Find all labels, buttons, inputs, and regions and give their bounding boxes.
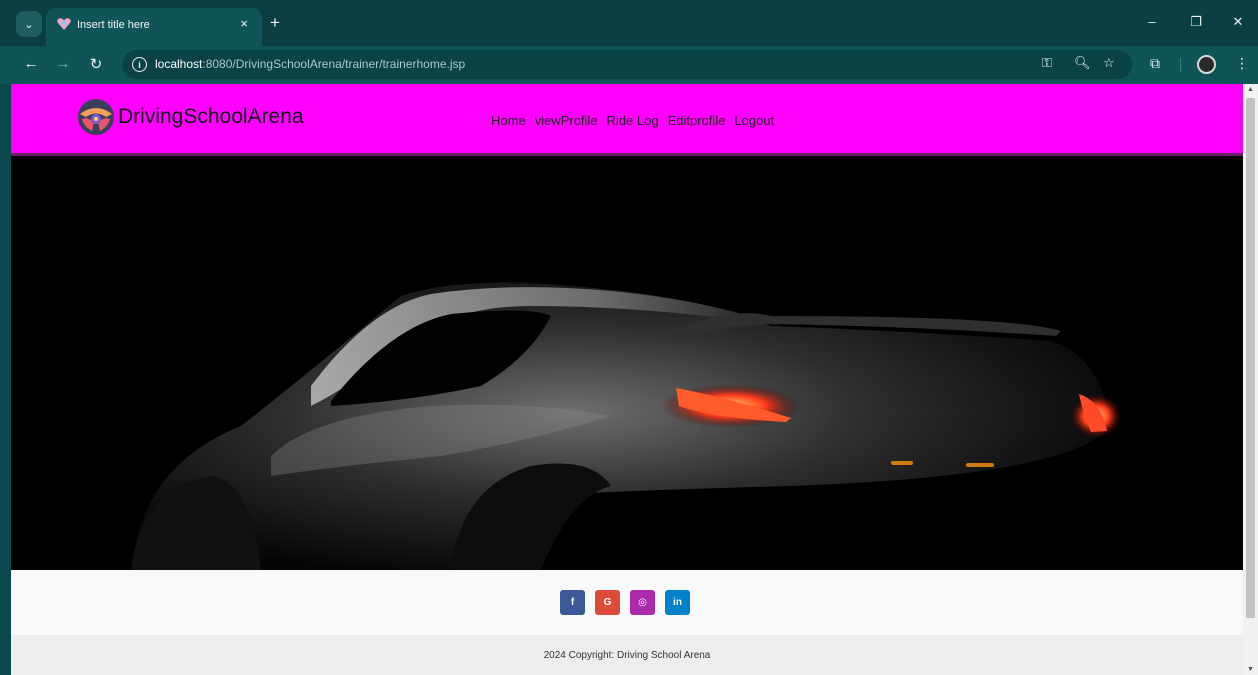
minimize-icon[interactable]: – bbox=[1142, 14, 1162, 29]
key-icon[interactable]: ⚿ bbox=[1042, 55, 1052, 71]
hero-car-image bbox=[11, 156, 1243, 570]
scroll-up-icon[interactable]: ▲ bbox=[1243, 86, 1258, 93]
close-icon[interactable]: × bbox=[240, 16, 248, 31]
window-close-icon[interactable]: ✕ bbox=[1228, 14, 1248, 30]
plus-icon[interactable]: + bbox=[270, 13, 280, 33]
menu-edit-profile[interactable]: Editprofile bbox=[668, 113, 726, 128]
profile-icon[interactable] bbox=[1197, 55, 1216, 74]
menu-ride-log[interactable]: Ride Log bbox=[607, 113, 659, 128]
main-menu: Home viewProfile Ride Log Editprofile Lo… bbox=[491, 113, 774, 128]
menu-logout[interactable]: Logout bbox=[734, 113, 774, 128]
browser-tab[interactable]: Insert title here × bbox=[46, 8, 262, 46]
page-scrollbar[interactable]: ▲ ▼ bbox=[1243, 84, 1258, 675]
car-illustration bbox=[131, 282, 1122, 570]
tab-bar: ⌄ Insert title here × + – ❐ ✕ bbox=[0, 0, 1258, 46]
social-links: f G ◎ in bbox=[560, 590, 690, 615]
brand[interactable]: DrivingSchoolArena bbox=[76, 97, 304, 137]
scroll-thumb[interactable] bbox=[1246, 98, 1255, 618]
tab-search-icon[interactable]: ⌄ bbox=[16, 11, 42, 37]
address-bar[interactable]: i localhost:8080/DrivingSchoolArena/trai… bbox=[122, 50, 1132, 79]
restore-icon[interactable]: ❐ bbox=[1186, 14, 1206, 30]
reload-icon[interactable]: ↻ bbox=[86, 55, 106, 73]
tab-title: Insert title here bbox=[77, 19, 150, 31]
menu-view-profile[interactable]: viewProfile bbox=[535, 113, 598, 128]
forward-arrow-icon[interactable]: → bbox=[53, 55, 73, 72]
google-icon[interactable]: G bbox=[595, 590, 620, 615]
facebook-icon[interactable]: f bbox=[560, 590, 585, 615]
steering-wheel-logo-icon bbox=[78, 99, 114, 135]
favicon-icon bbox=[57, 18, 71, 30]
url-text[interactable]: localhost:8080/DrivingSchoolArena/traine… bbox=[155, 57, 465, 71]
menu-dots-icon[interactable]: ⋮ bbox=[1235, 55, 1249, 72]
back-arrow-icon[interactable]: ← bbox=[21, 55, 41, 72]
info-icon[interactable]: i bbox=[132, 57, 147, 72]
copyright-text: 2024 Copyright: Driving School Arena bbox=[543, 650, 711, 661]
social-links-band: f G ◎ in bbox=[11, 570, 1243, 635]
star-icon[interactable]: ☆ bbox=[1103, 55, 1115, 71]
site-navbar: DrivingSchoolArena Home viewProfile Ride… bbox=[11, 84, 1243, 156]
brand-name: DrivingSchoolArena bbox=[118, 105, 304, 128]
footer: 2024 Copyright: Driving School Arena bbox=[11, 635, 1243, 675]
page-viewport: DrivingSchoolArena Home viewProfile Ride… bbox=[11, 84, 1243, 675]
toolbar-divider bbox=[1180, 58, 1181, 72]
linkedin-icon[interactable]: in bbox=[665, 590, 690, 615]
extensions-icon[interactable]: ⧉ bbox=[1150, 55, 1160, 72]
instagram-icon[interactable]: ◎ bbox=[630, 590, 655, 615]
menu-home[interactable]: Home bbox=[491, 113, 526, 128]
zoom-icon[interactable]: 🔍︎ bbox=[1074, 55, 1091, 71]
scroll-down-icon[interactable]: ▼ bbox=[1243, 666, 1258, 673]
browser-toolbar: ← → ↻ i localhost:8080/DrivingSchoolAren… bbox=[0, 46, 1258, 84]
